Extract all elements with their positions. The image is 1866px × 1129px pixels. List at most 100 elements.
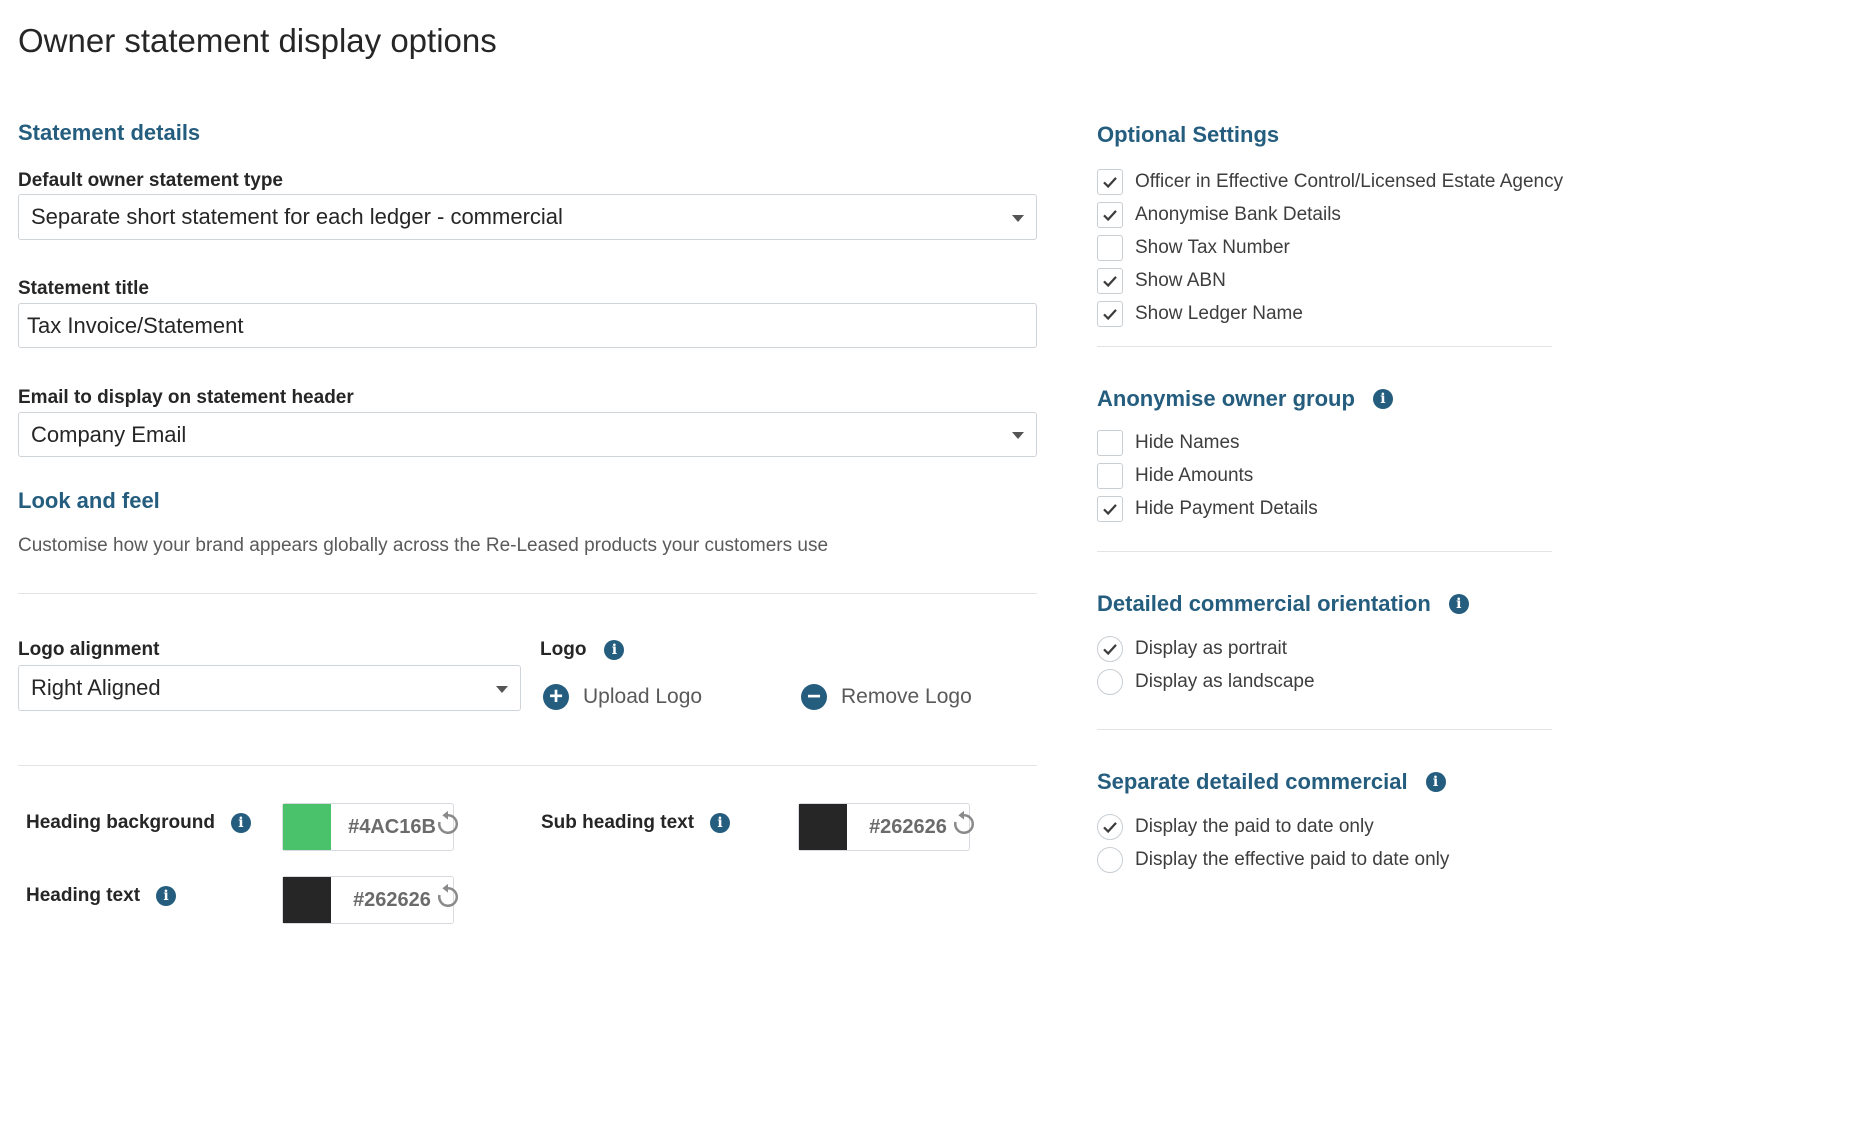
remove-logo-label: Remove Logo	[841, 685, 972, 708]
checkmark-icon	[1103, 821, 1117, 833]
chevron-down-icon	[1012, 215, 1024, 222]
checkmark-icon	[1103, 209, 1117, 221]
look-and-feel-description: Customise how your brand appears globall…	[18, 535, 829, 556]
checkbox-label: Officer in Effective Control/Licensed Es…	[1135, 170, 1564, 192]
email-header-label: Email to display on statement header	[18, 387, 354, 408]
default-type-select[interactable]: Separate short statement for each ledger…	[18, 194, 1037, 240]
orientation-portrait[interactable]: Display as portrait	[1097, 632, 1315, 665]
heading-background-row: Heading background i	[26, 812, 251, 834]
look-and-feel-title: Look and feel	[18, 488, 160, 513]
detailed-commercial-orientation-title: Detailed commercial orientation	[1097, 591, 1431, 616]
default-type-value: Separate short statement for each ledger…	[31, 204, 563, 229]
radio[interactable]	[1097, 846, 1123, 873]
sub-heading-text-swatch[interactable]	[799, 804, 847, 850]
info-icon[interactable]: i	[1372, 389, 1393, 409]
checkmark-icon	[1103, 643, 1117, 655]
checkmark-icon	[1103, 275, 1117, 287]
optional-setting-show-tax-number[interactable]: Show Tax Number	[1097, 231, 1563, 264]
info-icon[interactable]: i	[710, 813, 731, 833]
anonymise-hide-names[interactable]: Hide Names	[1097, 426, 1318, 459]
checkmark-icon	[1103, 176, 1117, 188]
checkmark-icon	[1103, 308, 1117, 320]
logo-alignment-value: Right Aligned	[31, 675, 161, 700]
sub-heading-text-row: Sub heading text i	[541, 812, 731, 834]
radio-label: Display the paid to date only	[1135, 815, 1374, 837]
info-icon[interactable]: i	[1448, 594, 1469, 614]
optional-setting-show-ledger-name[interactable]: Show Ledger Name	[1097, 297, 1563, 330]
optional-setting-officer[interactable]: Officer in Effective Control/Licensed Es…	[1097, 165, 1563, 198]
checkbox-label: Show Tax Number	[1135, 236, 1290, 258]
paid-to-date-only[interactable]: Display the paid to date only	[1097, 810, 1449, 843]
checkbox-label: Show Ledger Name	[1135, 302, 1303, 324]
statement-title-input[interactable]: Tax Invoice/Statement	[18, 303, 1037, 348]
radio[interactable]	[1097, 813, 1123, 840]
checkbox-label: Hide Names	[1135, 431, 1240, 453]
chevron-down-icon	[1012, 432, 1024, 439]
detailed-commercial-orientation-header: Detailed commercial orientation i	[1097, 591, 1469, 617]
heading-background-color-field[interactable]: #4AC16B	[282, 803, 454, 851]
divider	[18, 593, 1037, 594]
checkbox[interactable]	[1097, 201, 1123, 228]
optional-settings-list: Officer in Effective Control/Licensed Es…	[1097, 165, 1563, 330]
checkbox[interactable]	[1097, 234, 1123, 261]
info-icon[interactable]: i	[230, 813, 251, 833]
upload-logo-button[interactable]: + Upload Logo	[543, 684, 702, 710]
checkbox-label: Hide Amounts	[1135, 464, 1254, 486]
optional-setting-show-abn[interactable]: Show ABN	[1097, 264, 1563, 297]
plus-circle-icon: +	[543, 684, 569, 710]
optional-settings-title: Optional Settings	[1097, 122, 1280, 147]
orientation-landscape[interactable]: Display as landscape	[1097, 665, 1315, 698]
sub-heading-text-label: Sub heading text	[541, 812, 695, 833]
statement-details-title: Statement details	[18, 120, 201, 145]
page-title: Owner statement display options	[18, 22, 497, 59]
heading-text-color-field[interactable]: #262626	[282, 876, 454, 924]
heading-background-label: Heading background	[26, 812, 215, 833]
checkbox[interactable]	[1097, 429, 1123, 456]
logo-alignment-select[interactable]: Right Aligned	[18, 665, 521, 711]
radio-label: Display as landscape	[1135, 670, 1315, 692]
sub-heading-text-color-field[interactable]: #262626	[798, 803, 970, 851]
statement-title-label: Statement title	[18, 278, 149, 299]
minus-circle-icon: −	[801, 684, 827, 710]
email-header-select[interactable]: Company Email	[18, 412, 1037, 457]
heading-text-swatch[interactable]	[283, 877, 331, 923]
divider	[1097, 346, 1552, 347]
info-icon[interactable]: i	[156, 886, 177, 906]
reset-icon[interactable]	[949, 809, 979, 839]
heading-text-row: Heading text i	[26, 885, 177, 907]
checkbox[interactable]	[1097, 495, 1123, 522]
checkbox-label: Anonymise Bank Details	[1135, 203, 1341, 225]
anonymise-owner-group-header: Anonymise owner group i	[1097, 386, 1393, 412]
optional-setting-anonymise-bank[interactable]: Anonymise Bank Details	[1097, 198, 1563, 231]
anonymise-hide-payment-details[interactable]: Hide Payment Details	[1097, 492, 1318, 525]
info-icon[interactable]: i	[604, 640, 625, 660]
checkbox[interactable]	[1097, 300, 1123, 327]
effective-paid-to-date-only[interactable]: Display the effective paid to date only	[1097, 843, 1449, 876]
radio[interactable]	[1097, 668, 1123, 695]
info-icon[interactable]: i	[1425, 772, 1446, 792]
checkbox-label: Hide Payment Details	[1135, 497, 1318, 519]
statement-title-value: Tax Invoice/Statement	[27, 312, 244, 338]
upload-logo-label: Upload Logo	[583, 685, 703, 708]
reset-icon[interactable]	[433, 809, 463, 839]
separate-detailed-commercial-title: Separate detailed commercial	[1097, 769, 1408, 794]
anonymise-hide-amounts[interactable]: Hide Amounts	[1097, 459, 1318, 492]
checkbox[interactable]	[1097, 168, 1123, 195]
reset-icon[interactable]	[433, 882, 463, 912]
separate-detailed-commercial-header: Separate detailed commercial i	[1097, 769, 1446, 795]
remove-logo-button[interactable]: − Remove Logo	[801, 684, 972, 710]
radio[interactable]	[1097, 635, 1123, 662]
divider	[18, 765, 1037, 766]
logo-alignment-label: Logo alignment	[18, 639, 160, 660]
checkbox[interactable]	[1097, 267, 1123, 294]
anonymise-owner-group-list: Hide Names Hide Amounts Hide Payment Det…	[1097, 426, 1318, 525]
heading-background-swatch[interactable]	[283, 804, 331, 850]
logo-label: Logo	[540, 639, 587, 660]
checkbox[interactable]	[1097, 462, 1123, 489]
separate-detailed-radio-group: Display the paid to date only Display th…	[1097, 810, 1449, 876]
checkmark-icon	[1103, 503, 1117, 515]
chevron-down-icon	[496, 686, 508, 693]
checkbox-label: Show ABN	[1135, 269, 1226, 291]
heading-text-label: Heading text	[26, 885, 141, 906]
radio-label: Display the effective paid to date only	[1135, 848, 1450, 870]
